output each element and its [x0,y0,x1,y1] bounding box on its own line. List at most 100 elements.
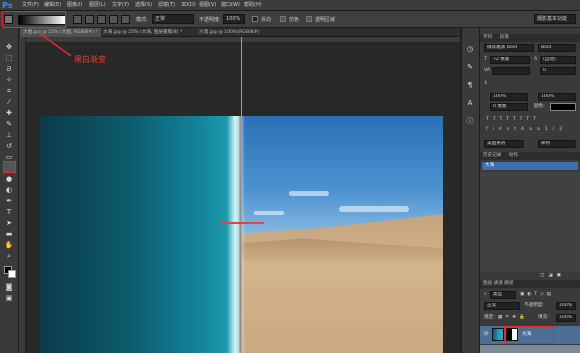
lock-label: 锁定: [484,315,495,320]
menu-type[interactable]: 文字(Y) [112,1,129,10]
font-size-input[interactable]: 72 像素 [490,56,530,64]
radial-gradient-icon[interactable] [85,15,94,24]
vertical-scale-input[interactable]: 100% [490,93,528,101]
workspace-select[interactable]: 摄影基本功能 [534,14,576,24]
kerning-icon: VA [484,68,490,73]
opentype-buttons[interactable]: fiσstAaa1/2 [486,126,567,133]
annotation-highlight-layer-mask [504,326,554,344]
info-icon[interactable]: ⓘ [465,116,475,126]
mode-select[interactable]: 正常 [152,14,194,24]
history-footer-icons[interactable]: ◫◪▣ [540,272,565,279]
move-icon[interactable]: ✥ [4,42,14,52]
annotation-label: 黑白渐变 [74,55,106,64]
brush-icon[interactable]: ✎ [4,119,14,129]
eyedropper-icon[interactable]: ⁄ [4,97,14,107]
lasso-icon[interactable]: ᘐ [4,64,14,74]
menu-edit[interactable]: 编辑(E) [44,1,61,10]
tab-actions[interactable]: 动作 [509,153,518,158]
menu-help[interactable]: 帮助(H) [244,1,262,10]
menu-filter[interactable]: 滤镜(T) [158,1,175,10]
layer-opacity-input[interactable]: 100% [556,302,576,310]
cloud [289,191,329,196]
menu-window[interactable]: 窗口(W) [221,1,240,10]
layer-thumbnail[interactable] [492,328,504,341]
wave-foam [227,116,245,353]
screen-mode-icon[interactable]: ▣ [4,293,14,303]
font-style-select[interactable]: Bold [538,44,576,52]
transparency-label: 透明区域 [315,17,336,23]
pen-icon[interactable]: ✒ [4,196,14,206]
menu-file[interactable]: 文件(F) [22,1,39,10]
tab-ocean[interactable]: 大海.jpg @ 25% (大海, 图层蒙版/8) * [100,28,185,37]
menu-select[interactable]: 选择(S) [135,1,152,10]
dodge-icon[interactable]: ◐ [4,185,14,195]
history-list [480,172,580,272]
gradient-icon[interactable] [3,161,16,173]
character-icon[interactable]: A [465,98,475,108]
opacity-input[interactable]: 100% [223,14,245,24]
quick-mask-icon[interactable]: ◙ [4,282,14,292]
stamp-icon[interactable]: ⊥ [4,130,14,140]
type-icon[interactable]: T [4,207,14,217]
text-color-swatch[interactable] [550,103,576,111]
visibility-eye-icon[interactable]: 👁 [483,331,489,338]
angle-gradient-icon[interactable] [97,15,106,24]
gradient-drag-line [219,222,264,224]
menu-3d[interactable]: 3D(D) [181,1,196,10]
menu-image[interactable]: 图像(I) [67,1,82,10]
tab-character[interactable]: 字符 [483,35,492,40]
blur-icon[interactable]: ● [4,174,14,184]
marquee-icon[interactable]: ⬚ [4,53,14,63]
photoshop-logo: Ps [2,1,13,10]
tab-paragraph[interactable]: 段落 [500,35,509,40]
opacity-label: 不透明度: [199,17,221,23]
history-icon[interactable]: ◷ [465,44,475,54]
antialias-select[interactable]: 犀利 [538,140,576,148]
healing-icon[interactable]: ✚ [4,108,14,118]
cloud [254,211,284,215]
guide-line[interactable] [241,37,242,353]
annotation-arrow [38,32,72,57]
filter-icon: ⌕ [484,292,487,297]
fill-input[interactable]: 100% [556,314,576,322]
transparency-checkbox[interactable] [306,16,312,22]
layer-opacity-label: 不透明度: [524,303,544,308]
brush-panel-icon[interactable]: ✎ [465,62,475,72]
tab-history[interactable]: 历史记录 [483,153,501,158]
magic-wand-icon[interactable]: ✧ [4,75,14,85]
reverse-checkbox[interactable] [252,16,258,22]
vertical-scale-icon: ↕ [484,81,488,86]
layer-filter-icons[interactable]: ▣◐T◇▤ [520,291,554,298]
menu-layer[interactable]: 图层(L) [89,1,106,10]
zoom-icon[interactable]: ⌕ [4,251,14,261]
paragraph-icon[interactable]: ¶ [465,80,475,90]
language-select[interactable]: 美国英语 [484,140,524,148]
menu-view[interactable]: 视图(V) [199,1,216,10]
fill-label: 填充: [538,315,549,320]
linear-gradient-icon[interactable] [73,15,82,24]
path-select-icon[interactable]: ➤ [4,218,14,228]
layers-footer [480,345,580,353]
tab-desert[interactable]: 沙漠.jpg @ 100%(RGB/8#) [196,28,262,37]
shape-icon[interactable]: ▬ [4,229,14,239]
history-item[interactable]: 大海 [482,162,578,170]
reflected-gradient-icon[interactable] [109,15,118,24]
layers-panel-header: 图层 通道 路径 [480,280,580,288]
layer-kind-select[interactable]: 类型 [490,291,516,299]
history-brush-icon[interactable]: ↺ [4,141,14,151]
tracking-input[interactable]: 0 [540,67,576,75]
font-family-select[interactable]: 微软雅黑 Bold [484,44,534,52]
horizontal-scale-input[interactable]: 100% [538,93,576,101]
baseline-input[interactable]: 0 像素 [490,103,528,111]
text-style-buttons[interactable]: TTTTTTTT [486,116,540,123]
lock-icons[interactable]: ▦✎✥🔒 [498,314,528,321]
hand-icon[interactable]: ✋ [4,240,14,250]
crop-icon[interactable]: ⌗ [4,86,14,96]
reverse-label: 反向 [261,17,272,23]
kerning-input[interactable] [492,67,530,75]
dither-checkbox[interactable] [280,16,286,22]
diamond-gradient-icon[interactable] [121,15,130,24]
blend-mode-select[interactable]: 正常 [484,302,520,310]
leading-input[interactable]: (自动) [540,56,576,64]
background-color-icon[interactable] [8,270,16,278]
